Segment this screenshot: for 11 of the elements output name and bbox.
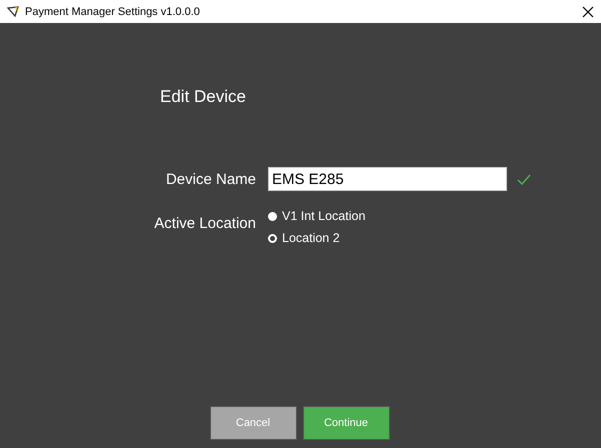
radio-label: V1 Int Location (282, 209, 366, 223)
field-label: Device Name (166, 171, 256, 188)
field-label: Active Location (154, 215, 256, 232)
app-logo-icon (7, 6, 19, 18)
close-button[interactable] (581, 4, 595, 18)
location-radio[interactable]: Location 2 (268, 231, 601, 245)
page-heading: Edit Device (160, 87, 246, 107)
location-radio[interactable]: V1 Int Location (268, 209, 601, 223)
radio-label: Location 2 (282, 231, 340, 245)
window-title: Payment Manager Settings v1.0.0.0 (25, 6, 201, 18)
device-name-field[interactable]: EMS E285 (268, 167, 507, 191)
